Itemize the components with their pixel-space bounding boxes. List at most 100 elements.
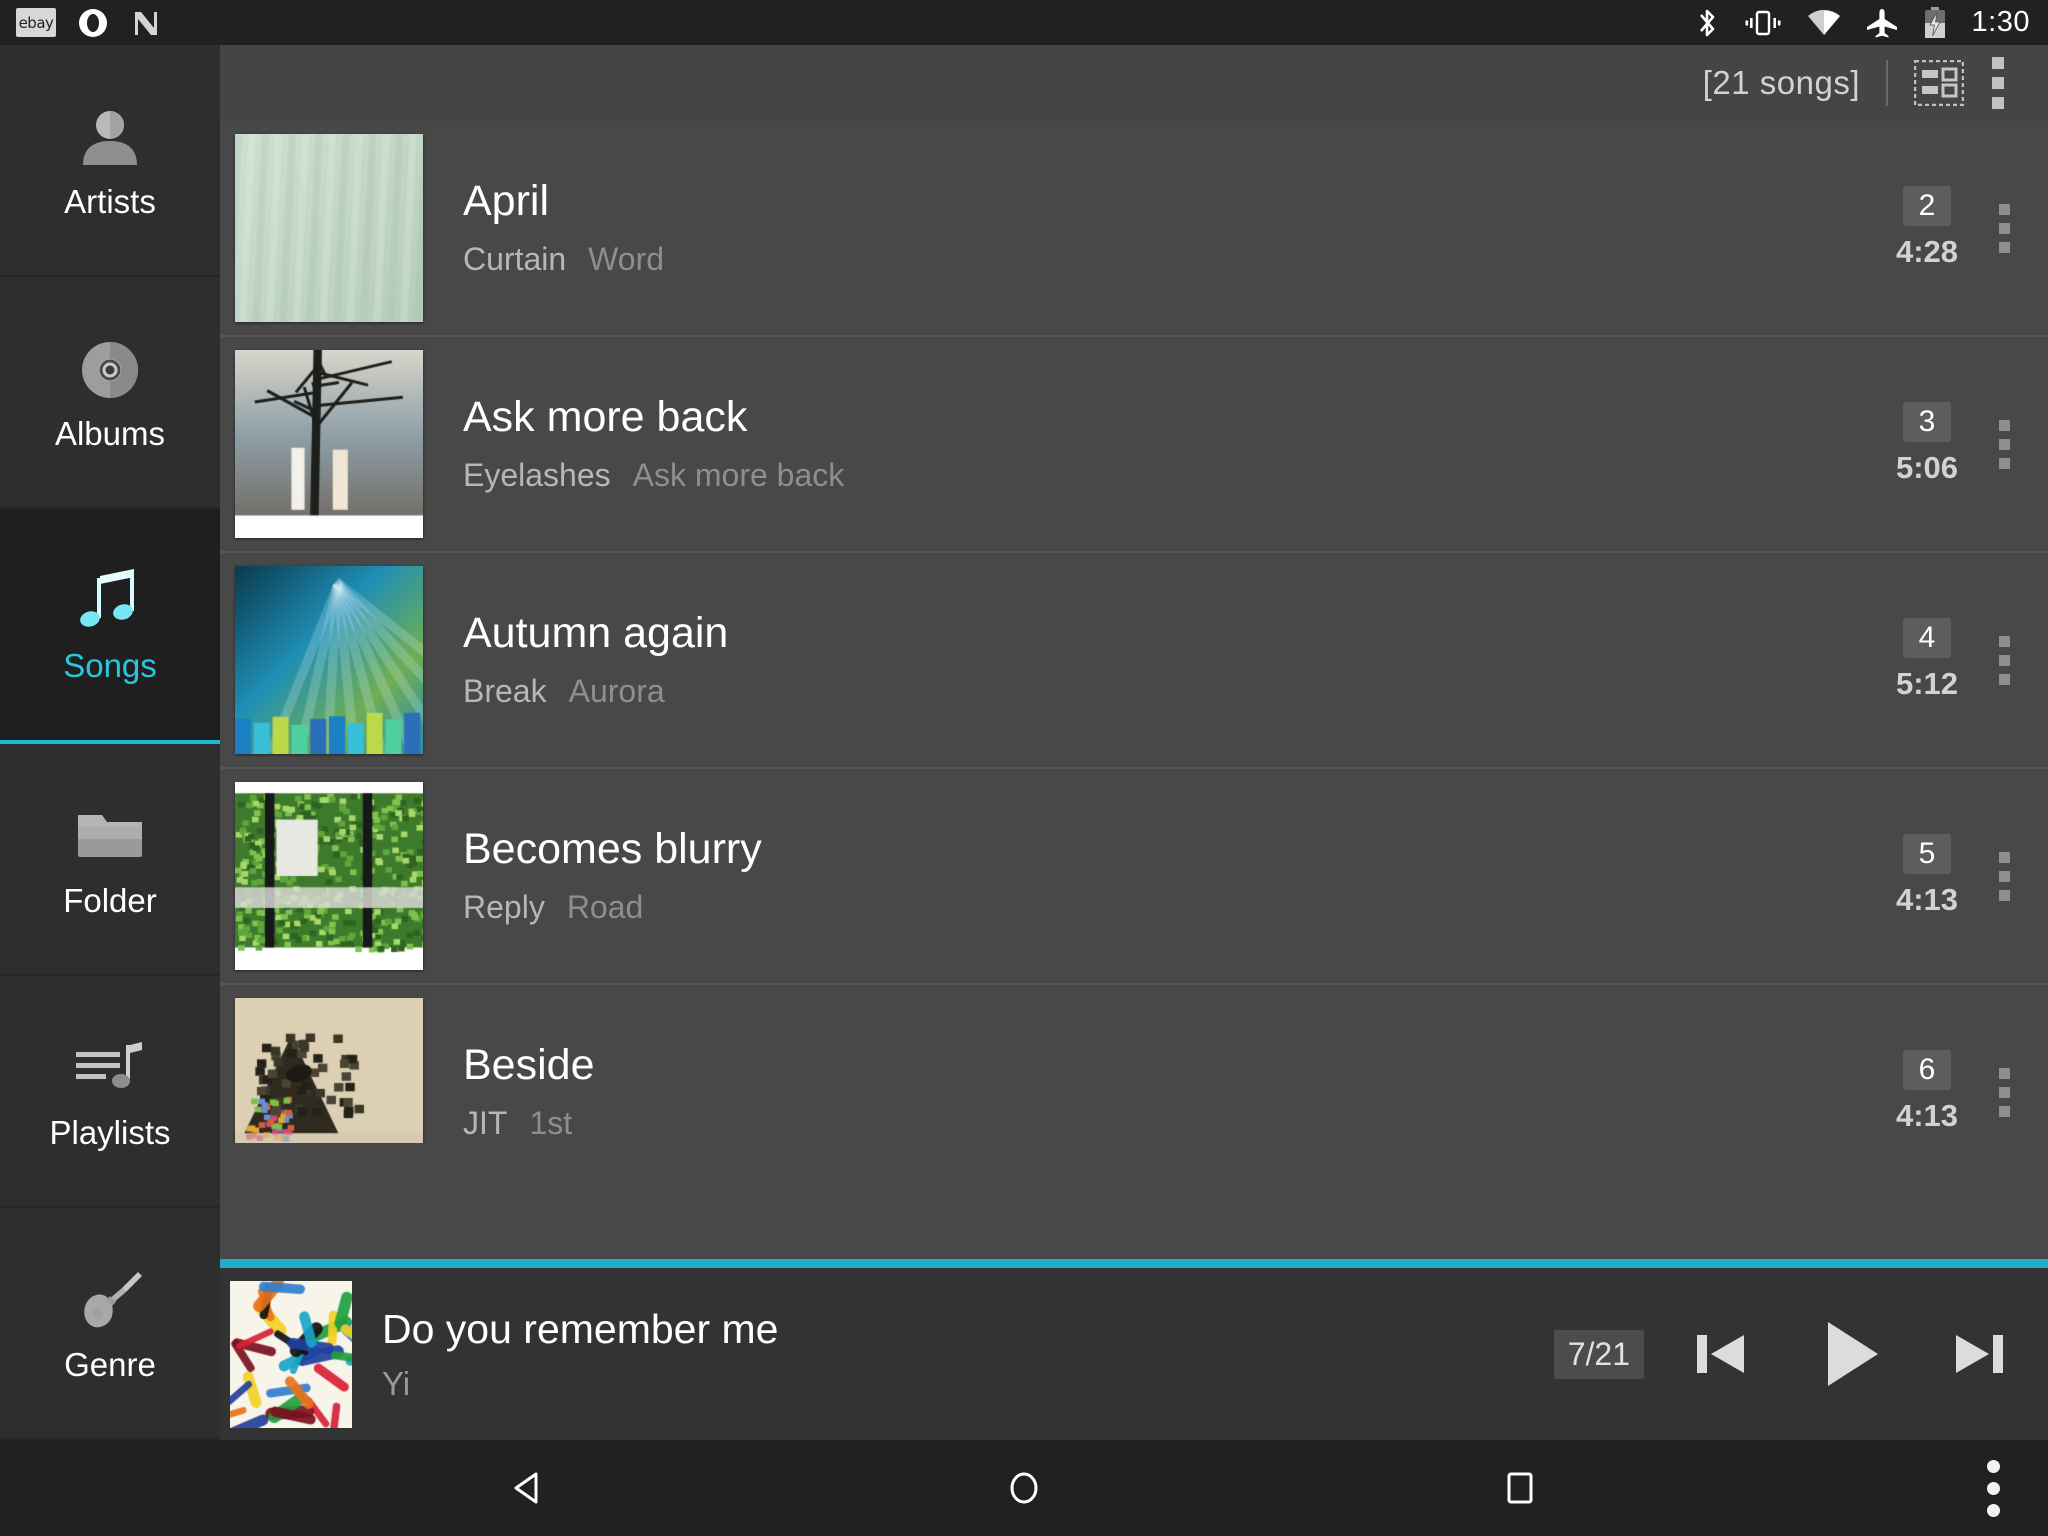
recents-square-icon[interactable] [1475, 1440, 1565, 1536]
album-art [235, 566, 423, 754]
album-art [235, 998, 423, 1143]
opera-icon [78, 8, 108, 38]
track-number-badge: 6 [1903, 1050, 1952, 1090]
song-title: Becomes blurry [463, 826, 1895, 873]
song-row-1[interactable]: April Curtain Word 2 4:28 [220, 121, 2048, 337]
status-bar-system-icons: 1:30 [1694, 6, 2048, 40]
sidebar-item-songs[interactable]: Songs [0, 509, 220, 743]
song-title: Autumn again [463, 610, 1895, 657]
song-album: 1st [529, 1105, 572, 1142]
ebay-icon-label: ebay [19, 14, 54, 32]
song-overflow-icon[interactable] [1983, 194, 2026, 263]
battery-charging-icon [1922, 6, 1948, 40]
song-album: Ask more back [633, 457, 845, 494]
track-number-badge: 2 [1903, 186, 1952, 226]
song-subtitle: Reply Road [463, 889, 1895, 926]
disc-icon [75, 331, 145, 409]
airplane-icon [1866, 8, 1898, 38]
bluetooth-icon [1694, 6, 1720, 40]
song-artist: Eyelashes [463, 457, 611, 494]
playlist-icon [72, 1030, 148, 1108]
sidebar-item-label: Songs [63, 647, 157, 685]
album-art [235, 134, 423, 322]
song-subtitle: Break Aurora [463, 673, 1895, 710]
track-number-badge: 5 [1903, 834, 1952, 874]
now-playing-meta: Do you remember me Yi [382, 1306, 1554, 1403]
song-row-actions: 2 4:28 [1895, 186, 2048, 270]
wifi-icon [1806, 9, 1842, 37]
song-duration: 4:13 [1896, 882, 1958, 918]
music-note-icon [72, 563, 148, 641]
skip-previous-icon[interactable] [1688, 1323, 1754, 1385]
song-list[interactable]: April Curtain Word 2 4:28 Ask more back … [220, 121, 2048, 1143]
song-album: Road [567, 889, 644, 926]
status-bar-notifications: ebay [0, 8, 160, 38]
playback-controls [1688, 1314, 2024, 1394]
folder-icon [74, 798, 146, 876]
song-meta: Becomes blurry Reply Road [463, 826, 1895, 926]
song-row-3[interactable]: Autumn again Break Aurora 4 5:12 [220, 553, 2048, 769]
sidebar-item-label: Artists [64, 183, 156, 221]
nova-icon [130, 8, 160, 38]
song-count-label: [21 songs] [1703, 64, 1860, 102]
song-overflow-icon[interactable] [1983, 1058, 2026, 1127]
sidebar-item-playlists[interactable]: Playlists [0, 976, 220, 1208]
sidebar-item-artists[interactable]: Artists [0, 45, 220, 277]
sidebar-item-folder[interactable]: Folder [0, 744, 220, 976]
song-row-5[interactable]: Beside JIT 1st 6 4:13 [220, 985, 2048, 1143]
song-row-actions: 6 4:13 [1895, 1050, 2048, 1134]
song-row-actions: 5 4:13 [1895, 834, 2048, 918]
sidebar-item-genre[interactable]: Genre [0, 1208, 220, 1440]
track-info: 2 4:28 [1895, 186, 1959, 270]
guitar-icon [72, 1262, 148, 1340]
ebay-icon: ebay [16, 8, 56, 37]
grid-layout-icon[interactable] [1914, 60, 1964, 106]
song-overflow-icon[interactable] [1983, 626, 2026, 695]
android-nav-bar [0, 1440, 2048, 1536]
home-circle-icon[interactable] [979, 1440, 1069, 1536]
sidebar-item-label: Albums [55, 415, 165, 453]
track-info: 6 4:13 [1895, 1050, 1959, 1134]
skip-next-icon[interactable] [1946, 1323, 2012, 1385]
sidebar-item-label: Folder [63, 882, 157, 920]
song-artist: Reply [463, 889, 545, 926]
now-playing-album-art [230, 1281, 352, 1428]
nav-overflow-icon[interactable] [1987, 1440, 2000, 1536]
song-meta: Autumn again Break Aurora [463, 610, 1895, 710]
sidebar-item-albums[interactable]: Albums [0, 277, 220, 509]
track-number-badge: 3 [1903, 402, 1952, 442]
overflow-menu-icon[interactable] [1964, 47, 2020, 119]
back-triangle-icon[interactable] [483, 1440, 573, 1536]
song-album: Aurora [569, 673, 665, 710]
sidebar-item-label: Genre [64, 1346, 156, 1384]
album-art [235, 782, 423, 970]
song-title: Beside [463, 1042, 1895, 1089]
track-info: 5 4:13 [1895, 834, 1959, 918]
status-bar-clock: 1:30 [1972, 6, 2030, 39]
play-icon[interactable] [1812, 1314, 1888, 1394]
track-number-badge: 4 [1903, 618, 1952, 658]
song-artist: JIT [463, 1105, 507, 1142]
toolbar-divider [1886, 60, 1888, 106]
sidebar-item-label: Playlists [49, 1114, 170, 1152]
queue-position-badge: 7/21 [1554, 1330, 1644, 1379]
track-info: 3 5:06 [1895, 402, 1959, 486]
song-row-2[interactable]: Ask more back Eyelashes Ask more back 3 … [220, 337, 2048, 553]
album-art [235, 350, 423, 538]
song-subtitle: Eyelashes Ask more back [463, 457, 1895, 494]
song-duration: 5:12 [1896, 666, 1958, 702]
song-duration: 4:28 [1896, 234, 1958, 270]
person-icon [75, 99, 145, 177]
song-duration: 4:13 [1896, 1098, 1958, 1134]
now-playing-title: Do you remember me [382, 1306, 1554, 1353]
status-bar: ebay 1:30 [0, 0, 2048, 45]
screen-root: ebay 1:30 Artists Albums Songs Folder Pl… [0, 0, 2048, 1536]
song-overflow-icon[interactable] [1983, 842, 2026, 911]
song-title: April [463, 178, 1895, 225]
main-content: [21 songs] April Curtain Word 2 4:28 Ask… [220, 45, 2048, 1440]
song-row-4[interactable]: Becomes blurry Reply Road 5 4:13 [220, 769, 2048, 985]
track-info: 4 5:12 [1895, 618, 1959, 702]
song-meta: Ask more back Eyelashes Ask more back [463, 394, 1895, 494]
now-playing-bar[interactable]: Do you remember me Yi 7/21 [220, 1259, 2048, 1440]
song-overflow-icon[interactable] [1983, 410, 2026, 479]
